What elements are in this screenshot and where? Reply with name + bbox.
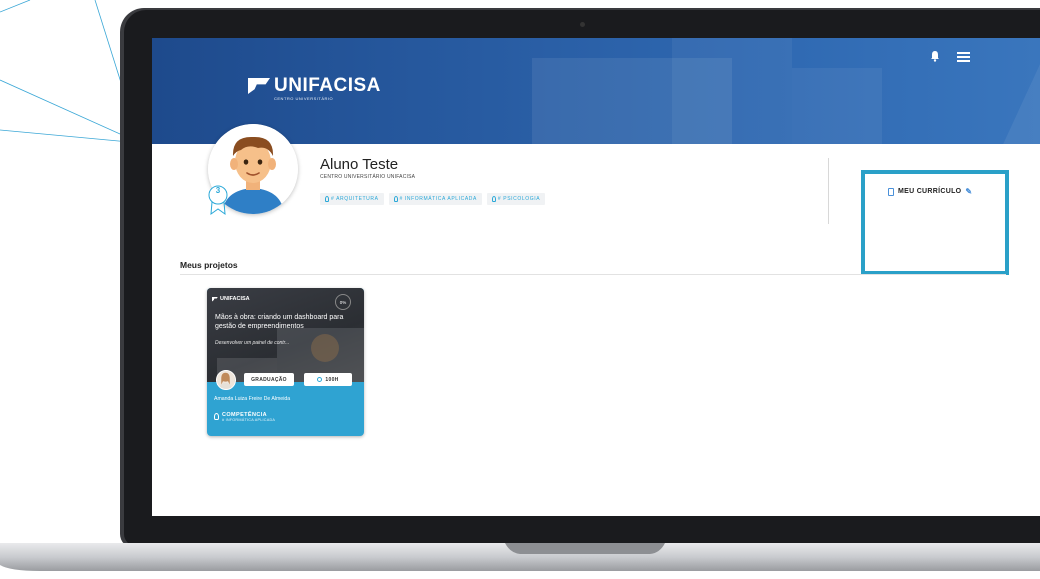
app-screen: UNIFACISA CENTRO UNIVERSITÁRIO 3 Aluno T… bbox=[152, 38, 1040, 516]
profile-name: Aluno Teste bbox=[320, 156, 399, 173]
unifacisa-logo-icon bbox=[248, 78, 270, 94]
competency-tag: # INFORMÁTICA APLICADA bbox=[222, 418, 276, 422]
project-card[interactable]: UNIFACISA 0% Mãos à obra: criando um das… bbox=[207, 288, 364, 436]
lightbulb-icon bbox=[393, 196, 398, 202]
meu-curriculo-link[interactable]: MEU CURRÍCULO ✎ bbox=[888, 187, 972, 196]
card-logo: UNIFACISA bbox=[212, 296, 250, 302]
unifacisa-logo-icon bbox=[212, 296, 218, 302]
project-description: Desenvolver um painel de contr... bbox=[215, 340, 290, 346]
pencil-icon[interactable]: ✎ bbox=[965, 187, 972, 196]
profile-institution: CENTRO UNIVERSITÁRIO UNIFACISA bbox=[320, 174, 416, 180]
project-author: Amanda Luiza Freire De Almeida bbox=[214, 396, 291, 402]
project-title: Mãos à obra: criando um dashboard para g… bbox=[215, 314, 344, 330]
section-divider bbox=[180, 274, 1006, 275]
screen-glare bbox=[712, 38, 1040, 516]
competency-block: COMPETÊNCIA # INFORMÁTICA APLICADA bbox=[214, 412, 275, 422]
author-avatar bbox=[216, 370, 236, 390]
course-chips: # ARQUITETURA # INFORMÁTICA APLICADA # P… bbox=[320, 193, 546, 205]
lightbulb-icon bbox=[491, 196, 496, 202]
webcam bbox=[580, 22, 585, 27]
level-badge-number: 3 bbox=[215, 186, 221, 195]
profile-divider bbox=[828, 158, 829, 224]
unifacisa-logo[interactable]: UNIFACISA CENTRO UNIVERSITÁRIO bbox=[248, 76, 381, 101]
lightbulb-icon bbox=[214, 413, 219, 420]
level-pill: GRADUAÇÃO bbox=[244, 373, 294, 386]
hours-pill: 100H bbox=[304, 373, 352, 386]
laptop-base bbox=[0, 543, 1040, 571]
chip-arquitetura[interactable]: # ARQUITETURA bbox=[320, 193, 384, 205]
progress-indicator: 0% bbox=[335, 294, 351, 310]
chip-informatica-aplicada[interactable]: # INFORMÁTICA APLICADA bbox=[388, 193, 482, 205]
chip-psicologia[interactable]: # PSICOLOGIA bbox=[486, 193, 546, 205]
document-icon bbox=[888, 187, 894, 196]
lightbulb-icon bbox=[325, 196, 329, 202]
clock-icon bbox=[317, 377, 323, 382]
section-title-projects: Meus projetos bbox=[180, 260, 238, 270]
curriculo-highlight-box bbox=[861, 170, 1009, 275]
